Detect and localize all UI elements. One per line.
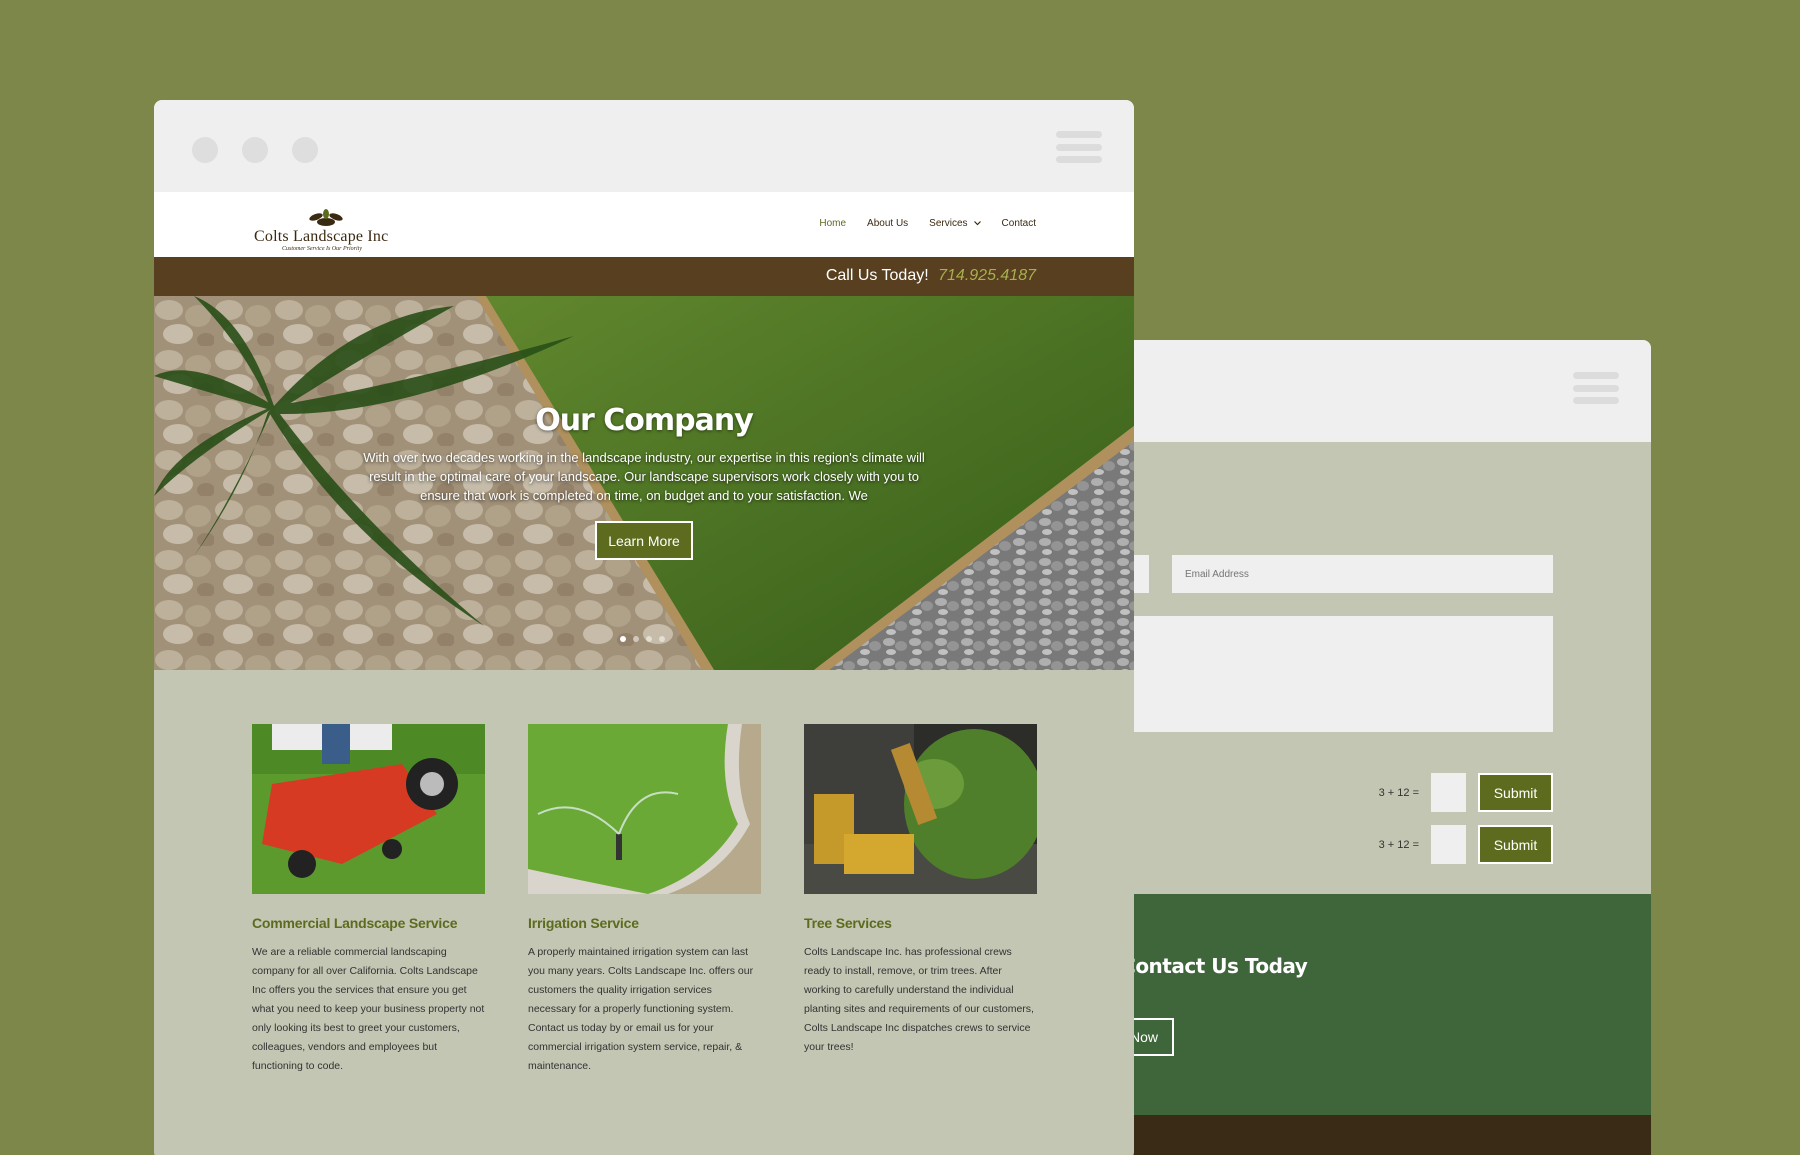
cta-section: er. Contact Us Today in Touch Now xyxy=(1088,894,1651,1115)
service-title[interactable]: Irrigation Service xyxy=(528,915,761,931)
hamburger-menu-icon[interactable] xyxy=(1056,131,1102,163)
service-card: Commercial Landscape Service We are a re… xyxy=(252,724,485,1076)
captcha-input[interactable] xyxy=(1431,773,1466,812)
service-text: Colts Landscape Inc. has professional cr… xyxy=(804,946,1034,1053)
service-text: We are a reliable commercial landscaping… xyxy=(252,946,485,1072)
footer xyxy=(1088,1115,1651,1155)
slider-dot[interactable] xyxy=(646,636,652,642)
service-text: A properly maintained irrigation system … xyxy=(528,946,754,1072)
service-card: Tree Services Colts Landscape Inc. has p… xyxy=(804,724,1037,1076)
window-controls xyxy=(192,137,318,163)
hamburger-menu-icon[interactable] xyxy=(1573,372,1619,404)
captcha-row: 3 + 12 = Submit xyxy=(1379,773,1553,812)
nav-home[interactable]: Home xyxy=(819,218,846,229)
logo-tagline: Customer Service Is Our Priority xyxy=(282,246,362,252)
nav-contact[interactable]: Contact xyxy=(1002,218,1036,229)
window-dot[interactable] xyxy=(192,137,218,163)
service-card: Irrigation Service A properly maintained… xyxy=(528,724,761,1076)
lawn-mower-image xyxy=(252,724,485,894)
call-us: Call Us Today! 714.925.4187 xyxy=(826,267,1036,285)
slider-dots xyxy=(620,636,665,642)
site-header: Colts Landscape Inc Customer Service Is … xyxy=(154,192,1134,257)
captcha-row: 3 + 12 = Submit xyxy=(1379,825,1553,864)
service-title[interactable]: Commercial Landscape Service xyxy=(252,915,485,931)
home-page-window: Colts Landscape Inc Customer Service Is … xyxy=(154,100,1134,1155)
tree-service-image xyxy=(804,724,1037,894)
browser-chrome xyxy=(154,100,1134,192)
hero-text: With over two decades working in the lan… xyxy=(363,450,925,503)
slider-dot[interactable] xyxy=(633,636,639,642)
slider-dot[interactable] xyxy=(620,636,626,642)
captcha-input[interactable] xyxy=(1431,825,1466,864)
main-nav: Home About Us Services Contact xyxy=(819,218,1036,229)
submit-button[interactable]: Submit xyxy=(1478,773,1553,812)
submit-button[interactable]: Submit xyxy=(1478,825,1553,864)
call-label: Call Us Today! xyxy=(825,267,929,284)
leaf-logo-icon xyxy=(309,209,343,226)
email-field[interactable] xyxy=(1172,555,1553,593)
window-dot[interactable] xyxy=(242,137,268,163)
logo[interactable]: Colts Landscape Inc Customer Service Is … xyxy=(254,208,394,252)
service-title[interactable]: Tree Services xyxy=(804,915,1037,931)
message-field[interactable] xyxy=(1088,616,1553,732)
nav-services[interactable]: Services xyxy=(929,218,981,229)
call-bar: Call Us Today! 714.925.4187 xyxy=(154,257,1134,296)
services-section: Commercial Landscape Service We are a re… xyxy=(252,724,1037,1076)
phone-number[interactable]: 714.925.4187 xyxy=(938,267,1036,284)
chevron-down-icon xyxy=(973,221,981,226)
slider-dot[interactable] xyxy=(659,636,665,642)
hero-slider: Our Company With over two decades workin… xyxy=(154,296,1134,670)
learn-more-button[interactable]: Learn More xyxy=(595,521,693,560)
nav-about-us[interactable]: About Us xyxy=(867,218,908,229)
contact-form: 3 + 12 = Submit 3 + 12 = Submit xyxy=(1088,442,1651,894)
window-dot[interactable] xyxy=(292,137,318,163)
hero-title: Our Company xyxy=(535,403,754,438)
captcha-label: 3 + 12 = xyxy=(1378,838,1419,851)
sprinkler-image xyxy=(528,724,761,894)
nav-services-label: Services xyxy=(929,218,968,229)
logo-name: Colts Landscape Inc xyxy=(254,228,389,245)
browser-chrome xyxy=(1088,340,1651,442)
captcha-label: 3 + 12 = xyxy=(1378,786,1419,799)
contact-page-window: 3 + 12 = Submit 3 + 12 = Submit er. Cont… xyxy=(1088,340,1651,1155)
